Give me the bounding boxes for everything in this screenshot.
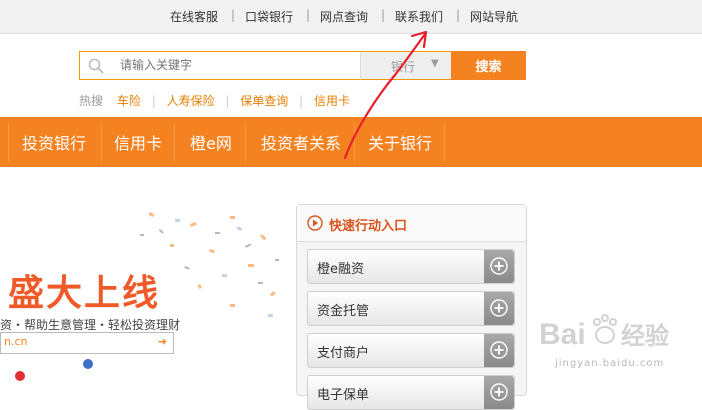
banner-subtitle: 资・帮助生意管理・轻松投资理财 bbox=[0, 318, 181, 332]
search-input[interactable] bbox=[118, 57, 352, 73]
plus-icon bbox=[484, 376, 514, 409]
link-site-map[interactable]: 网站导航 bbox=[470, 8, 518, 25]
separator: | bbox=[306, 8, 311, 22]
banner-title: 盛大上线 bbox=[8, 273, 161, 314]
quick-action-label: 橙e融资 bbox=[317, 262, 364, 277]
nav-divider bbox=[8, 123, 9, 161]
link-online-service[interactable]: 在线客服 bbox=[170, 8, 218, 25]
quick-action-panel: 快速行动入口 橙e融资 资金托管 支付商户 电子保单 bbox=[296, 204, 527, 410]
nav-divider bbox=[174, 123, 175, 161]
search-button[interactable]: 搜索 bbox=[451, 51, 526, 80]
promo-banner[interactable]: 盛大上线 资・帮助生意管理・轻松投资理财 n.cn ➜ bbox=[0, 204, 284, 386]
search-box[interactable] bbox=[79, 51, 361, 80]
separator: | bbox=[456, 8, 461, 22]
panel-header: 快速行动入口 bbox=[297, 205, 526, 242]
separator: | bbox=[299, 94, 304, 108]
separator: | bbox=[231, 8, 236, 22]
quick-action-fund-custody[interactable]: 资金托管 bbox=[307, 291, 515, 326]
nav-divider bbox=[444, 123, 445, 161]
separator: | bbox=[381, 8, 386, 22]
separator: | bbox=[225, 94, 230, 108]
hot-link-life-insurance[interactable]: 人寿保险 bbox=[167, 94, 215, 108]
svg-text:经验: 经验 bbox=[621, 322, 669, 350]
search-bar: 银行 ▼ 搜索 bbox=[79, 51, 526, 80]
nav-divider bbox=[245, 123, 246, 161]
chevron-down-icon: ▼ bbox=[431, 58, 439, 69]
hot-search-label: 热搜 bbox=[79, 94, 104, 108]
top-utility-bar: 在线客服 | 口袋银行 | 网点查询 | 联系我们 | 网站导航 bbox=[0, 0, 702, 34]
main-nav: 投资银行 信用卡 橙e网 投资者关系 关于银行 bbox=[0, 117, 702, 167]
banner-address-bar: n.cn ➜ bbox=[0, 332, 174, 354]
plus-icon bbox=[484, 250, 514, 283]
hot-search: 热搜 车险 | 人寿保险 | 保单查询 | 信用卡 bbox=[79, 92, 350, 109]
search-icon bbox=[88, 58, 104, 74]
plus-icon bbox=[484, 334, 514, 367]
baidu-paw-logo: Bai 经验 bbox=[539, 314, 669, 351]
hot-link-credit-card[interactable]: 信用卡 bbox=[314, 94, 350, 108]
quick-action-e-policy[interactable]: 电子保单 bbox=[307, 375, 515, 410]
hot-link-car-insurance[interactable]: 车险 bbox=[117, 94, 141, 108]
nav-item-investor-relations[interactable]: 投资者关系 bbox=[261, 117, 341, 167]
hot-link-policy-query[interactable]: 保单查询 bbox=[240, 94, 288, 108]
nav-item-orange-e[interactable]: 橙e网 bbox=[190, 117, 232, 167]
nav-item-credit-card[interactable]: 信用卡 bbox=[114, 117, 162, 167]
play-circle-icon bbox=[307, 215, 323, 231]
search-category-value: 银行 bbox=[391, 60, 416, 74]
banner-url: n.cn bbox=[4, 335, 28, 348]
plus-icon bbox=[484, 292, 514, 325]
arrow-right-icon: ➜ bbox=[157, 335, 167, 348]
quick-action-label: 支付商户 bbox=[317, 346, 370, 361]
search-category-select[interactable]: 银行 ▼ bbox=[360, 51, 452, 80]
quick-action-label: 资金托管 bbox=[317, 304, 370, 319]
watermark: Bai 经验 jingyan.baidu.com bbox=[537, 308, 697, 378]
nav-item-about-bank[interactable]: 关于银行 bbox=[368, 117, 432, 167]
link-contact-us[interactable]: 联系我们 bbox=[395, 8, 443, 25]
nav-item-investment-banking[interactable]: 投资银行 bbox=[22, 117, 86, 167]
link-pocket-bank[interactable]: 口袋银行 bbox=[245, 8, 293, 25]
quick-action-payment-merchant[interactable]: 支付商户 bbox=[307, 333, 515, 368]
quick-action-orange-e-financing[interactable]: 橙e融资 bbox=[307, 249, 515, 284]
nav-divider bbox=[101, 123, 102, 161]
nav-divider bbox=[354, 123, 355, 161]
watermark-url: jingyan.baidu.com bbox=[555, 358, 665, 369]
link-branch-query[interactable]: 网点查询 bbox=[320, 8, 368, 25]
panel-title: 快速行动入口 bbox=[329, 219, 408, 234]
separator: | bbox=[151, 94, 156, 108]
quick-action-label: 电子保单 bbox=[317, 388, 370, 403]
svg-text:Bai: Bai bbox=[539, 318, 586, 351]
